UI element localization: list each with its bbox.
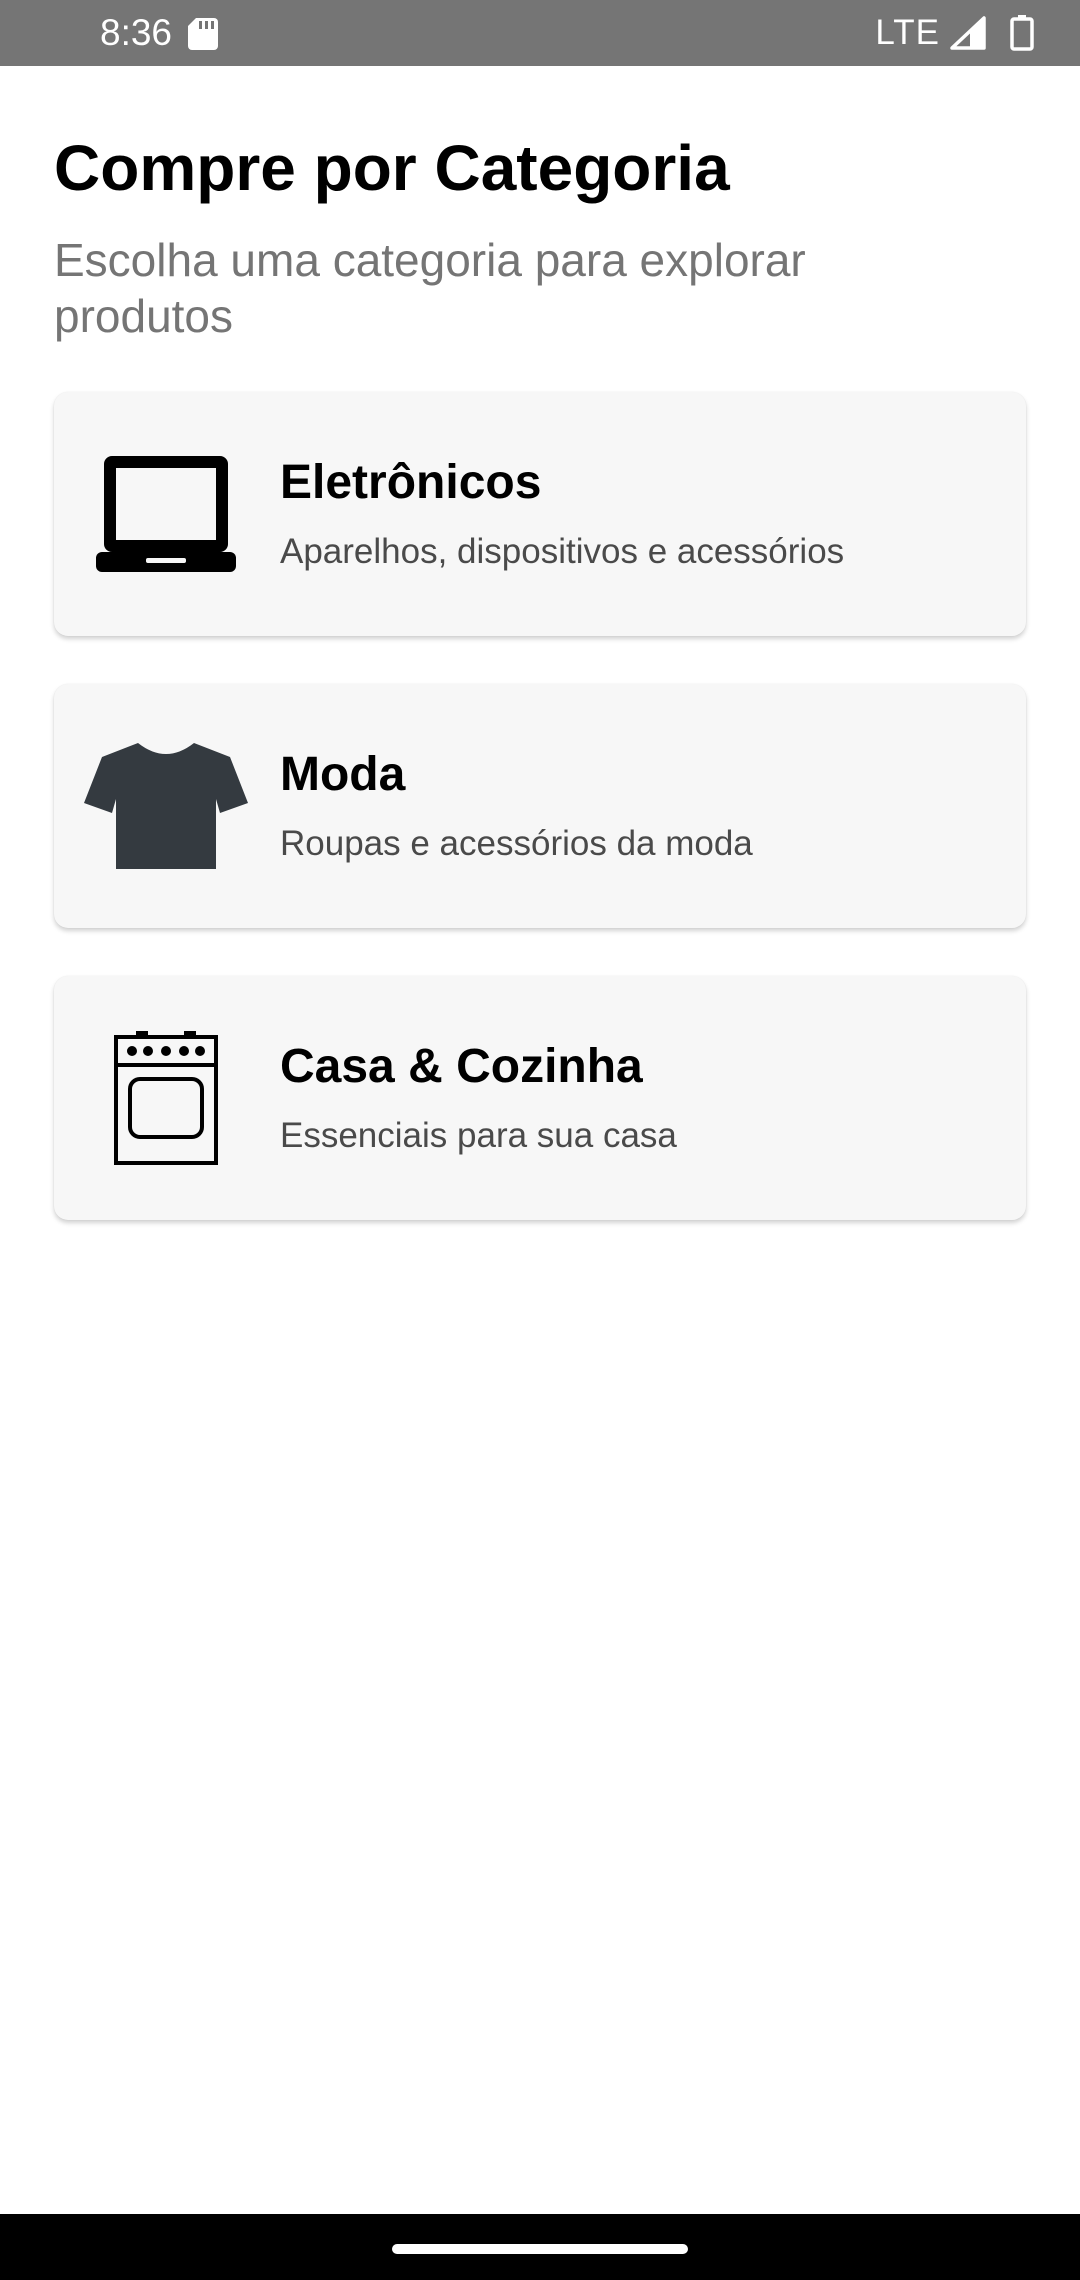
- main-content: Compre por Categoria Escolha uma categor…: [54, 66, 1026, 1268]
- signal-icon: [950, 16, 986, 50]
- category-list: Eletrônicos Aparelhos, dispositivos e ac…: [54, 392, 1026, 1220]
- tshirt-icon: [84, 736, 248, 876]
- battery-icon: [1010, 15, 1034, 51]
- category-title: Moda: [280, 748, 406, 801]
- status-bar: 8:36 LTE: [0, 0, 1080, 66]
- sd-card-icon: [188, 18, 218, 50]
- category-description: Aparelhos, dispositivos e acessórios: [280, 532, 845, 571]
- status-icons: LTE: [875, 10, 1034, 56]
- home-gesture-handle[interactable]: [392, 2244, 688, 2254]
- category-title: Eletrônicos: [280, 456, 542, 509]
- category-card-home-kitchen[interactable]: Casa & Cozinha Essenciais para sua casa: [54, 976, 1026, 1220]
- category-card-fashion[interactable]: Moda Roupas e acessórios da moda: [54, 684, 1026, 928]
- navigation-bar: [0, 2214, 1080, 2280]
- stove-icon: [84, 1028, 248, 1168]
- laptop-icon: [84, 444, 248, 584]
- page-subtitle: Escolha uma categoria para explorar prod…: [54, 234, 806, 342]
- category-card-electronics[interactable]: Eletrônicos Aparelhos, dispositivos e ac…: [54, 392, 1026, 636]
- category-title: Casa & Cozinha: [280, 1040, 643, 1093]
- category-description: Essenciais para sua casa: [280, 1116, 677, 1155]
- category-description: Roupas e acessórios da moda: [280, 824, 753, 863]
- page-title: Compre por Categoria: [54, 132, 730, 204]
- status-time: 8:36: [100, 12, 173, 53]
- network-type: LTE: [875, 13, 940, 52]
